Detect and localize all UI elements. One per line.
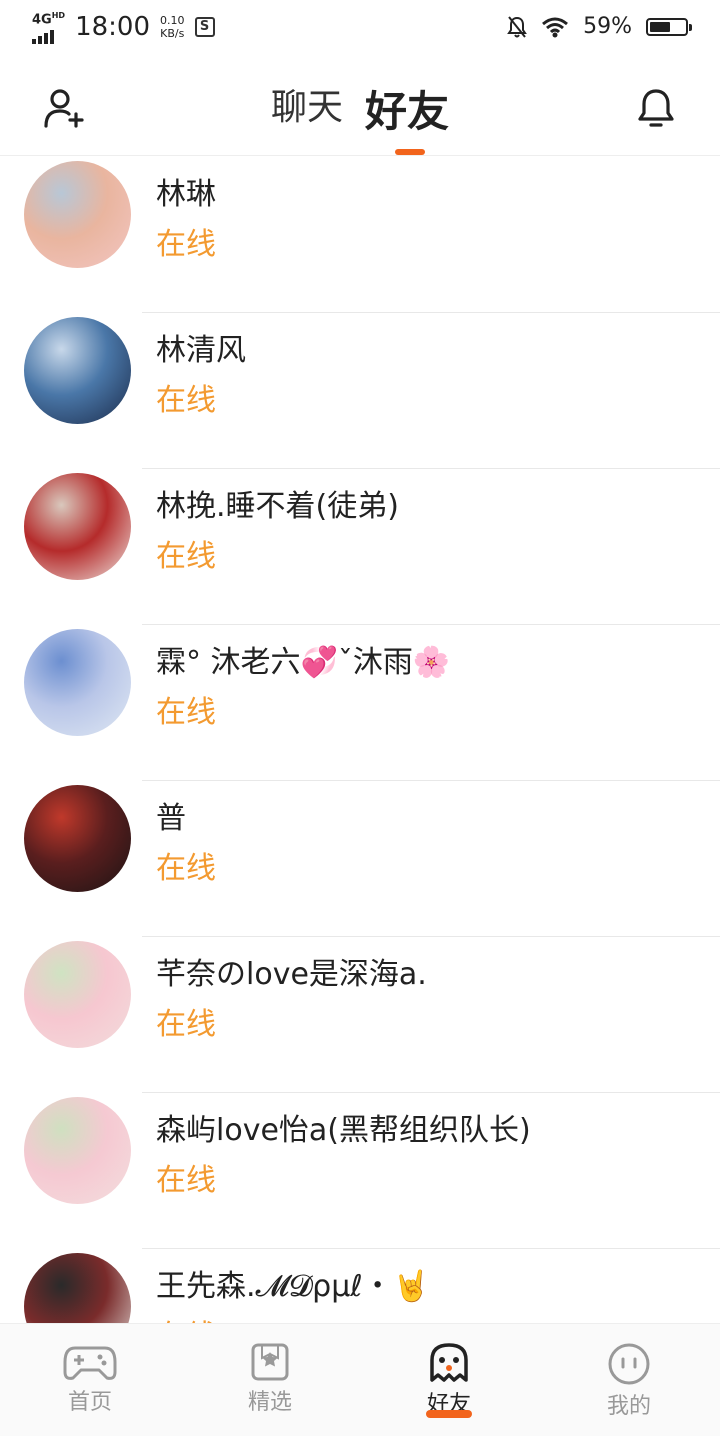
tabbar-home-label: 首页 bbox=[67, 1390, 112, 1415]
online-status: 在线 bbox=[156, 1007, 216, 1042]
tabbar-friends[interactable]: 好友 bbox=[389, 1342, 509, 1418]
friend-row[interactable]: 王先森.𝓜𝓓ρμℓ・🤘 在线 bbox=[0, 1249, 720, 1323]
bell-icon[interactable] bbox=[634, 86, 678, 130]
online-status: 在线 bbox=[156, 695, 216, 730]
bookmark-star-icon bbox=[251, 1343, 289, 1381]
friend-row[interactable]: 芊奈のlove是深海a. 在线 bbox=[0, 937, 720, 1093]
bell-muted-icon bbox=[507, 15, 527, 38]
net-speed: 0.10 KB/s bbox=[160, 14, 185, 40]
tab-chat[interactable]: 聊天 bbox=[271, 78, 343, 139]
active-tab-indicator bbox=[395, 149, 425, 155]
avatar[interactable] bbox=[24, 317, 131, 424]
friend-name: 普 bbox=[156, 801, 186, 836]
friend-name: 林琳 bbox=[156, 177, 216, 212]
friend-row[interactable]: 森屿love怡a(黑帮组织队长) 在线 bbox=[0, 1093, 720, 1249]
signal-icon bbox=[32, 28, 65, 45]
status-bar: 4GHD 18:00 0.10 KB/s S 59% bbox=[0, 0, 720, 56]
friend-name: 芊奈のlove是深海a. bbox=[156, 957, 427, 992]
tabbar-featured[interactable]: 精选 bbox=[210, 1342, 330, 1416]
gamepad-icon bbox=[63, 1346, 117, 1380]
avatar[interactable] bbox=[24, 785, 131, 892]
online-status: 在线 bbox=[156, 227, 216, 262]
avatar[interactable] bbox=[24, 473, 131, 580]
battery-percent: 59% bbox=[583, 14, 632, 39]
wifi-icon bbox=[542, 17, 569, 37]
friend-name: 王先森.𝓜𝓓ρμℓ・🤘 bbox=[156, 1269, 431, 1304]
bottom-tab-bar: 首页 精选 好友 我的 bbox=[0, 1323, 720, 1436]
tabbar-me[interactable]: 我的 bbox=[569, 1342, 689, 1420]
friend-name: 霖° 沐老六💞ˇ沐雨🌸 bbox=[156, 645, 451, 680]
top-header: 聊天 好友 bbox=[0, 56, 720, 156]
friend-row[interactable]: 林清风 在线 bbox=[0, 313, 720, 469]
app-notification-icon: S bbox=[194, 17, 215, 38]
status-left: 4GHD 18:00 0.10 KB/s S bbox=[32, 10, 215, 45]
network-sup: HD bbox=[51, 11, 66, 20]
avatar[interactable] bbox=[24, 629, 131, 736]
friend-name: 林清风 bbox=[156, 333, 246, 368]
avatar[interactable] bbox=[24, 1097, 131, 1204]
tabbar-featured-label: 精选 bbox=[247, 1390, 292, 1415]
friend-name: 林挽.睡不着(徒弟) bbox=[156, 489, 399, 524]
net-speed-unit: KB/s bbox=[160, 27, 185, 41]
tab-friends[interactable]: 好友 bbox=[365, 78, 449, 139]
clock: 18:00 bbox=[75, 12, 150, 43]
tabbar-home[interactable]: 首页 bbox=[30, 1342, 150, 1416]
online-status: 在线 bbox=[156, 539, 216, 574]
online-status: 在线 bbox=[156, 1163, 216, 1198]
battery-fill bbox=[650, 21, 671, 32]
battery-icon bbox=[646, 17, 692, 36]
ghost-icon bbox=[430, 1343, 468, 1382]
avatar[interactable] bbox=[24, 1253, 131, 1323]
online-status: 在线 bbox=[156, 1311, 216, 1323]
tabbar-me-label: 我的 bbox=[606, 1394, 651, 1419]
friend-row[interactable]: 普在线 bbox=[0, 781, 720, 937]
header-tabs: 聊天 好友 bbox=[0, 78, 720, 139]
network-type: 4G bbox=[32, 12, 52, 28]
friend-list[interactable]: 林琳 在线 林清风 在线 林挽.睡不着(徒弟) 在线 霖° 沐老六💞ˇ沐雨🌸 在线普在线 芊奈の… bbox=[0, 157, 720, 1323]
online-status: 在线 bbox=[156, 383, 216, 418]
net-speed-value: 0.10 bbox=[160, 14, 185, 28]
friend-row[interactable]: 林琳 在线 bbox=[0, 157, 720, 313]
online-status: 在线 bbox=[156, 851, 216, 886]
friend-row[interactable]: 林挽.睡不着(徒弟) 在线 bbox=[0, 469, 720, 625]
tabbar-active-indicator bbox=[426, 1410, 472, 1418]
status-right: 59% bbox=[507, 14, 692, 39]
face-icon bbox=[608, 1343, 650, 1385]
network-indicator: 4GHD bbox=[32, 10, 66, 45]
friend-row[interactable]: 霖° 沐老六💞ˇ沐雨🌸 在线 bbox=[0, 625, 720, 781]
friend-name: 森屿love怡a(黑帮组织队长) bbox=[156, 1113, 531, 1148]
avatar[interactable] bbox=[24, 161, 131, 268]
avatar[interactable] bbox=[24, 941, 131, 1048]
